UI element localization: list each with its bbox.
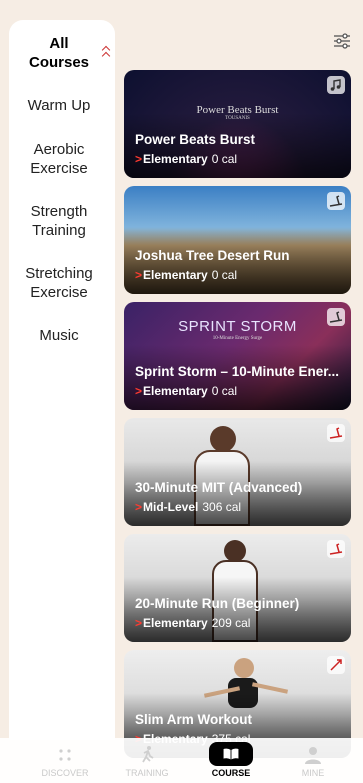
course-calories: 0 cal: [211, 152, 238, 166]
course-title: 20-Minute Run (Beginner): [135, 596, 300, 611]
filter-sliders-icon[interactable]: [333, 32, 351, 50]
category-music[interactable]: Music: [9, 326, 109, 345]
treadmill-icon: [327, 192, 345, 210]
tab-discover[interactable]: DISCOVER: [30, 738, 100, 778]
treadmill-icon: [327, 540, 345, 558]
category-all-courses[interactable]: All Courses: [9, 34, 109, 72]
category-warm-up[interactable]: Warm Up: [9, 96, 109, 115]
person-icon: [305, 747, 321, 764]
discover-icon: [59, 749, 71, 761]
course-list[interactable]: Power Beats Burst TOUSANIS Power Beats B…: [124, 70, 351, 770]
double-chevron-up-icon[interactable]: [101, 44, 111, 60]
course-title: Joshua Tree Desert Run: [135, 248, 290, 263]
category-sidebar: All Courses Warm Up Aerobic Exercise Str…: [9, 20, 115, 740]
book-icon: [209, 742, 253, 766]
tab-label: COURSE: [211, 768, 251, 778]
course-title: 30-Minute MIT (Advanced): [135, 480, 303, 495]
course-title: Slim Arm Workout: [135, 712, 253, 727]
course-card[interactable]: 20-Minute Run (Beginner) Elementary209 c…: [124, 534, 351, 642]
cover-subtitle: 10-Minute Energy Surge: [212, 336, 263, 341]
category-label: Strength Training: [30, 203, 88, 239]
course-card[interactable]: Power Beats Burst TOUSANIS Power Beats B…: [124, 70, 351, 178]
category-label: Aerobic Exercise: [30, 141, 88, 177]
treadmill-icon: [327, 308, 345, 326]
course-card[interactable]: Joshua Tree Desert Run Elementary0 cal: [124, 186, 351, 294]
course-title: Sprint Storm – 10-Minute Ener...: [135, 364, 340, 379]
course-level: Elementary: [135, 152, 208, 166]
tab-course[interactable]: COURSE: [196, 738, 266, 778]
course-calories: 209 cal: [211, 616, 251, 630]
cover-title: SPRINT STORM: [178, 318, 297, 335]
tab-label: DISCOVER: [41, 768, 89, 778]
tab-training[interactable]: TRAINING: [112, 738, 182, 778]
category-label: All Courses: [28, 35, 90, 71]
course-level: Elementary: [135, 268, 208, 282]
category-label: Warm Up: [27, 97, 91, 114]
running-icon: [142, 746, 154, 763]
course-title: Power Beats Burst: [135, 132, 256, 147]
course-card[interactable]: SPRINT STORM 10-Minute Energy Surge Spri…: [124, 302, 351, 410]
treadmill-icon: [327, 424, 345, 442]
category-strength-training[interactable]: Strength Training: [9, 202, 109, 240]
category-label: Stretching Exercise: [25, 265, 93, 301]
course-calories: 0 cal: [211, 268, 238, 282]
music-icon: [327, 76, 345, 94]
category-label: Music: [39, 327, 79, 344]
tab-label: MINE: [301, 768, 325, 778]
bottom-tab-bar: DISCOVER TRAINING COURSE MINE: [0, 738, 363, 783]
tab-label: TRAINING: [125, 768, 169, 778]
course-level: Elementary: [135, 616, 208, 630]
course-calories: 0 cal: [211, 384, 238, 398]
category-stretching-exercise[interactable]: Stretching Exercise: [9, 264, 109, 302]
category-aerobic-exercise[interactable]: Aerobic Exercise: [9, 140, 109, 178]
strength-icon: [327, 656, 345, 674]
course-level: Mid-Level: [135, 500, 198, 514]
course-level: Elementary: [135, 384, 208, 398]
tab-mine[interactable]: MINE: [278, 738, 348, 778]
course-card[interactable]: 30-Minute MIT (Advanced) Mid-Level 306 ca…: [124, 418, 351, 526]
course-calories: 306 cal: [202, 500, 242, 514]
